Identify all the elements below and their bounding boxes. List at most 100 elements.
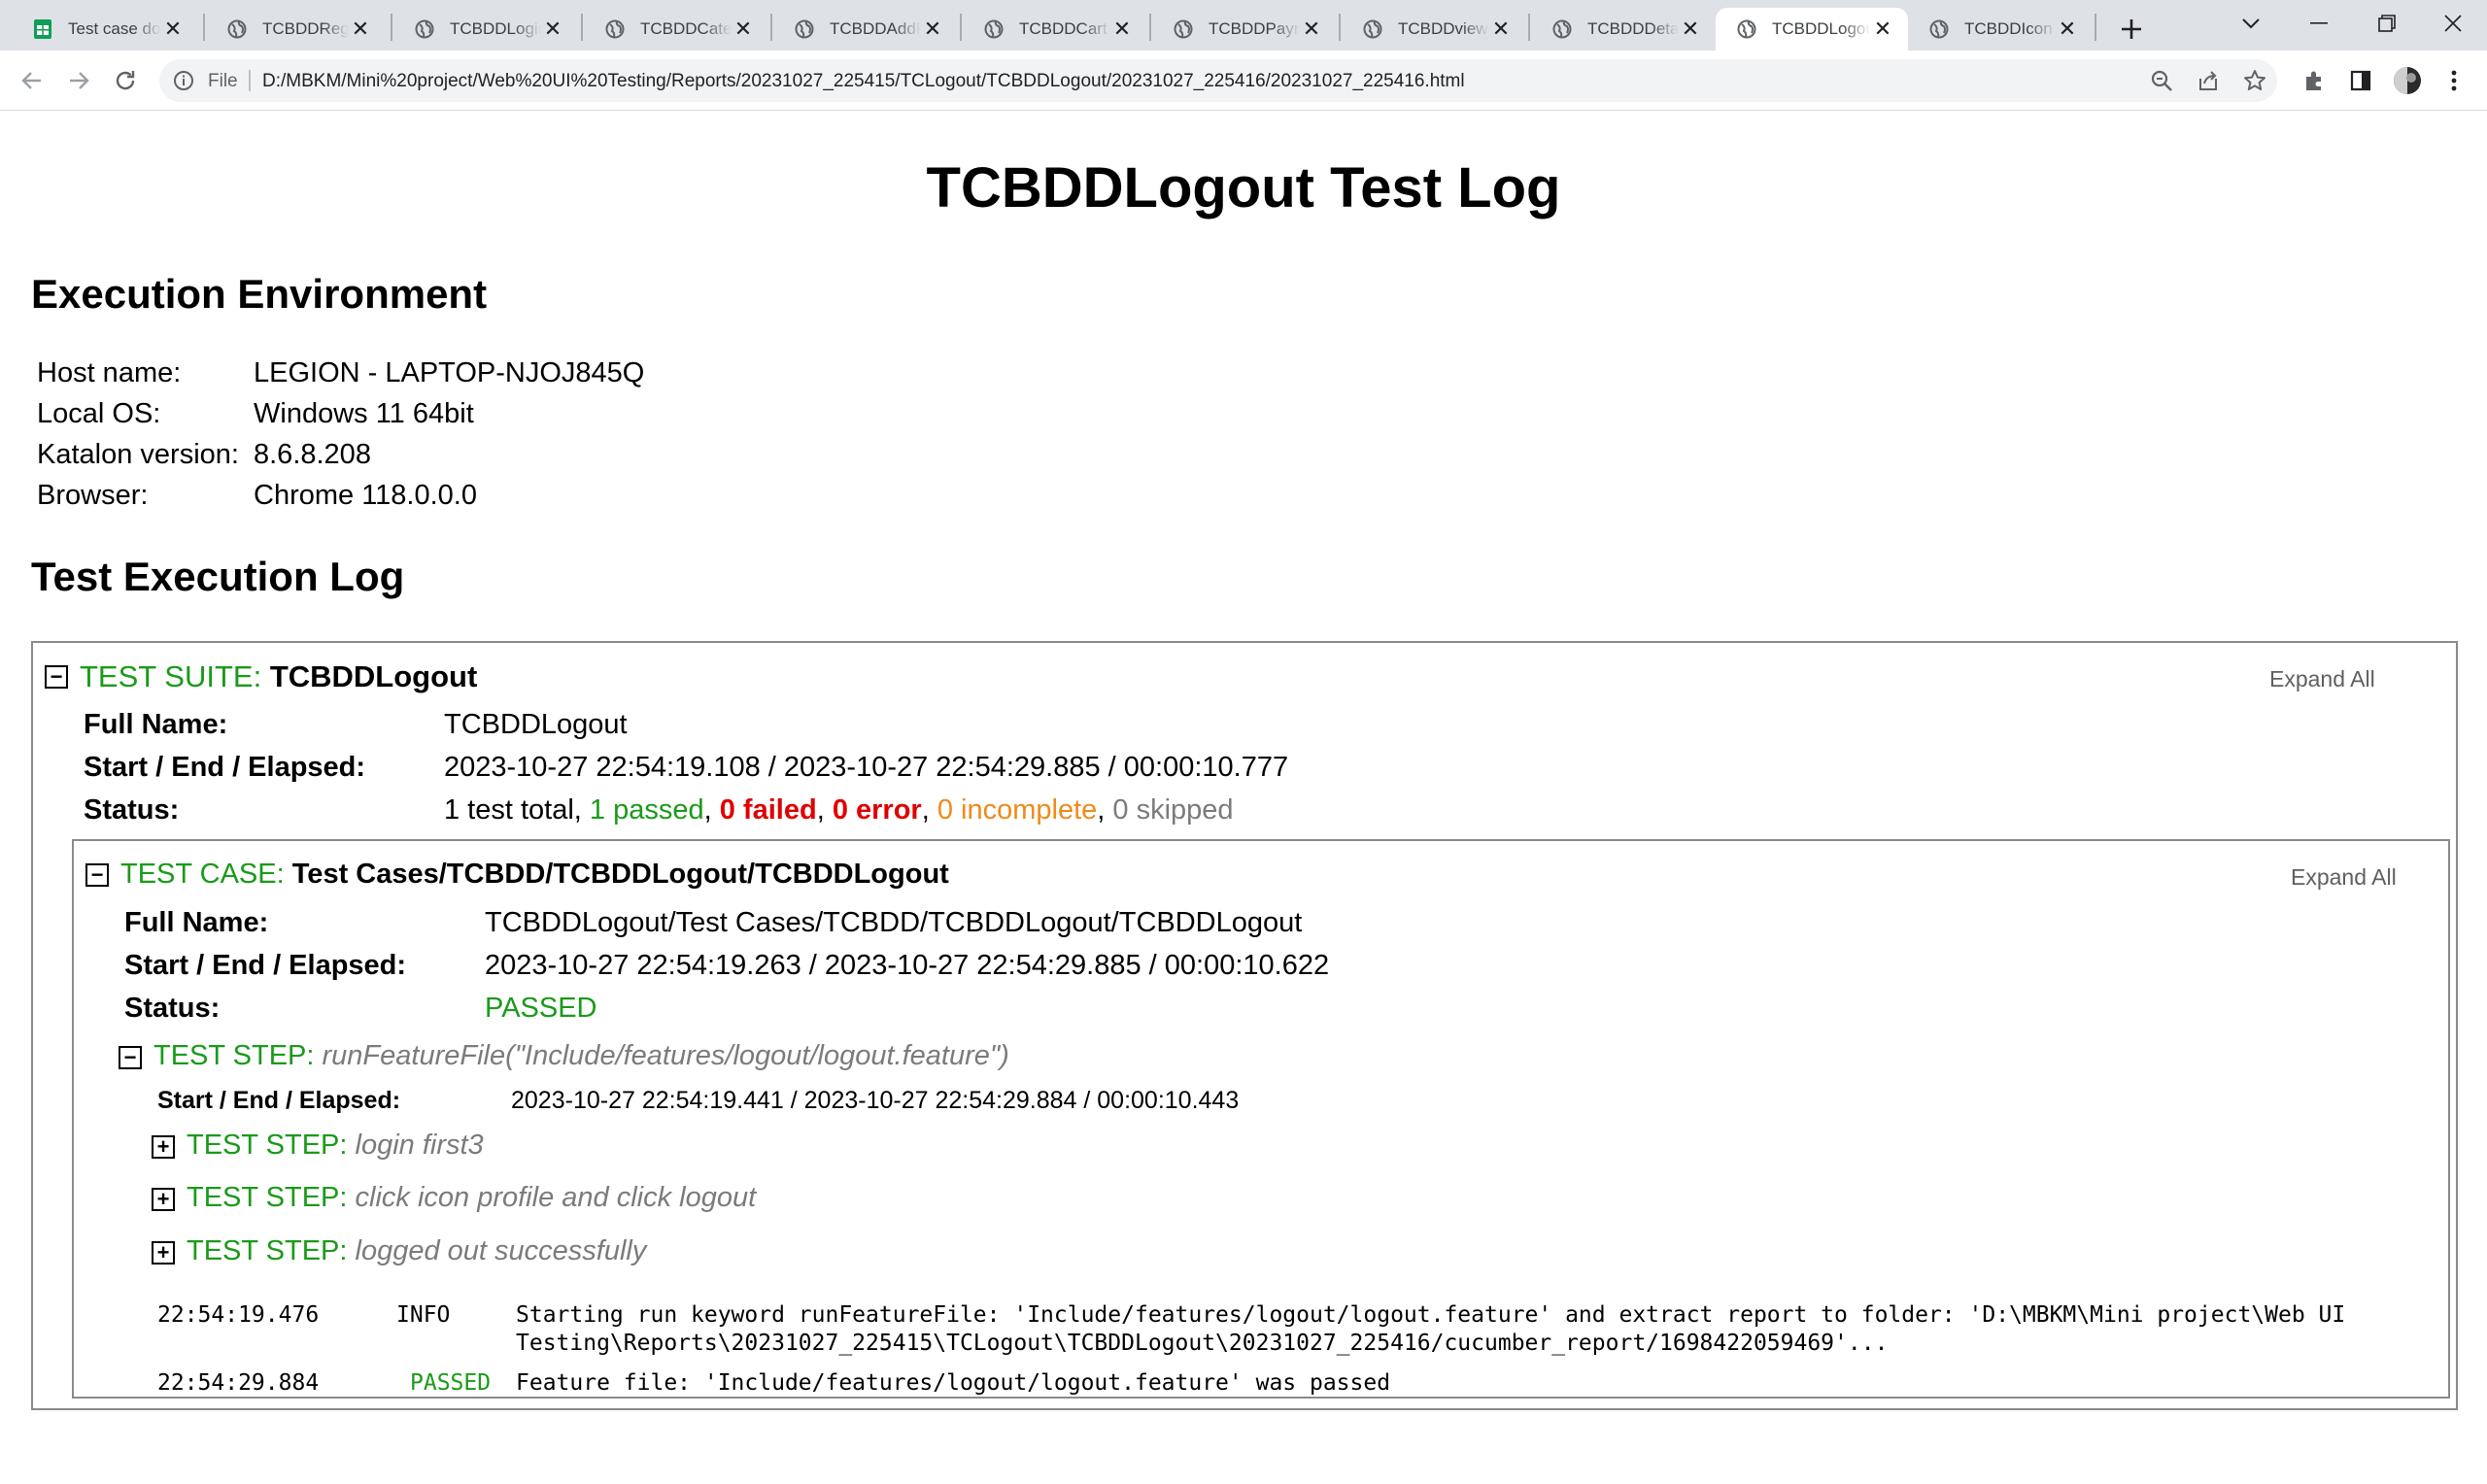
substep-name: login first3 [355,1130,484,1161]
env-label: Host name: [37,357,182,388]
env-label: Browser: [37,480,149,511]
status-skipped: 0 skipped [1112,794,1234,826]
chevron-down-icon [2242,18,2260,29]
full-name-label: Full Name: [84,709,228,740]
tab-tcbddregister[interactable]: TCBDDRegister ✕ [206,8,386,51]
arrow-left-icon [21,72,41,89]
tab-title: TCBDDCategory [640,19,732,38]
expand-icon[interactable]: + [152,1135,175,1159]
close-icon[interactable]: ✕ [1489,17,1513,41]
status-error: 0 error [832,794,922,826]
scheme-label: File [208,71,238,91]
side-panel-icon[interactable] [2345,65,2376,96]
globe-icon [603,17,627,41]
minimize-button[interactable] [2285,0,2353,47]
close-icon[interactable]: ✕ [921,17,944,41]
menu-icon[interactable] [2438,65,2470,96]
substep-prefix: TEST STEP: [187,1235,348,1266]
tab-test-case-document[interactable]: Test case document ✕ [12,8,198,51]
collapse-icon[interactable]: − [85,863,109,887]
close-icon[interactable]: ✕ [161,17,185,41]
close-icon[interactable]: ✕ [732,17,755,41]
substep-header[interactable]: TEST STEP: logged out successfully [187,1235,646,1267]
tab-search-button[interactable] [2217,0,2285,47]
browser-toolbar: File D:/MBKM/Mini%20project/Web%20UI%20T… [0,51,2487,111]
close-icon[interactable]: ✕ [2056,17,2079,41]
globe-icon [1361,17,1384,41]
tab-separator [960,14,962,41]
close-icon[interactable]: ✕ [1679,17,1702,41]
restore-button[interactable] [2353,0,2421,47]
collapse-icon[interactable]: − [45,665,68,689]
plus-icon [2122,19,2141,39]
suite-header: TEST SUITE: TCBDDLogout [80,659,477,694]
time-label: Start / End / Elapsed: [124,950,407,981]
substep-prefix: TEST STEP: [187,1182,348,1213]
time-value: 2023-10-27 22:54:19.108 / 2023-10-27 22:… [444,752,1289,783]
status-incomplete: 0 incomplete [937,794,1098,826]
share-icon[interactable] [2196,68,2221,93]
time-value: 2023-10-27 22:54:19.441 / 2023-10-27 22:… [511,1087,1240,1114]
expand-all-button[interactable]: Expand All [2269,666,2375,692]
test-suite-panel: − TEST SUITE: TCBDDLogout Expand All Ful… [31,641,2458,1410]
tab-tcbdddetail[interactable]: TCBDDDetail ✕ [1531,8,1716,51]
tab-tcbddlogout[interactable]: TCBDDLogout ✕ [1716,8,1908,51]
globe-icon [1550,17,1574,41]
back-button[interactable] [14,62,51,99]
reload-icon [116,71,135,90]
globe-icon [225,17,249,41]
star-icon[interactable] [2242,68,2267,93]
tab-tcbddaddproduct[interactable]: TCBDDAddProduct ✕ [773,8,958,51]
close-icon[interactable]: ✕ [1871,17,1894,41]
step-prefix: TEST STEP: [153,1040,315,1071]
status-label: Status: [84,794,180,826]
environment-heading: Execution Environment [31,271,488,317]
new-tab-button[interactable] [2114,12,2149,47]
report-page: TCBDDLogout Test Log Execution Environme… [0,112,2487,1484]
env-label: Local OS: [37,398,161,429]
substep-name: logged out successfully [355,1235,647,1266]
close-icon[interactable]: ✕ [1300,17,1323,41]
tab-tcbddcart[interactable]: TCBDDCart ✕ [963,8,1147,51]
page-title: TCBDDLogout Test Log [926,156,1561,219]
sheets-icon [31,17,54,41]
globe-icon [982,17,1005,41]
time-label: Start / End / Elapsed: [157,1087,401,1114]
tab-separator [1149,14,1151,41]
tab-title: TCBDDRegister [262,19,349,38]
url-text[interactable]: D:/MBKM/Mini%20project/Web%20UI%20Testin… [262,71,1465,92]
avatar[interactable] [2392,65,2423,96]
divider [249,70,251,91]
tab-tcbddlogin[interactable]: TCBDDLogin ✕ [393,8,578,51]
tab-separator [581,14,583,41]
close-window-button[interactable] [2419,0,2487,47]
substep-header[interactable]: TEST STEP: click icon profile and click … [187,1182,756,1214]
close-icon[interactable]: ✕ [349,17,372,41]
tab-tcbddcategory[interactable]: TCBDDCategory ✕ [584,8,768,51]
tab-separator [1339,14,1341,41]
expand-icon[interactable]: + [152,1188,175,1211]
arrow-right-icon [70,72,89,89]
address-bar[interactable]: File D:/MBKM/Mini%20project/Web%20UI%20T… [159,59,2277,102]
expand-all-button[interactable]: Expand All [2291,864,2397,891]
full-name-value: TCBDDLogout/Test Cases/TCBDD/TCBDDLogout… [485,907,1303,938]
case-prefix: TEST CASE: [120,859,285,890]
substep-header[interactable]: TEST STEP: login first3 [187,1130,484,1162]
close-icon[interactable]: ✕ [1110,17,1134,41]
tab-tcbddpayment[interactable]: TCBDDPayment ✕ [1152,8,1337,51]
collapse-icon[interactable]: − [119,1046,142,1069]
expand-icon[interactable]: + [152,1241,175,1265]
restore-icon [2378,15,2396,32]
extensions-icon[interactable] [2299,65,2330,96]
reload-button[interactable] [107,62,144,99]
info-icon[interactable] [173,70,194,91]
minimize-icon [2310,22,2328,24]
test-case-panel: − TEST CASE: Test Cases/TCBDD/TCBDDLogou… [72,839,2450,1399]
log-message: Starting run keyword runFeatureFile: 'In… [516,1302,2346,1328]
tab-tcbddicon[interactable]: TCBDDIcon ✕ [1908,8,2093,51]
tab-title: TCBDDDetail [1587,19,1679,38]
close-icon[interactable]: ✕ [541,17,564,41]
forward-button[interactable] [60,62,97,99]
tab-tcbddviewproduct[interactable]: TCBDDviewProduct ✕ [1342,8,1526,51]
zoom-icon[interactable] [2149,68,2174,93]
